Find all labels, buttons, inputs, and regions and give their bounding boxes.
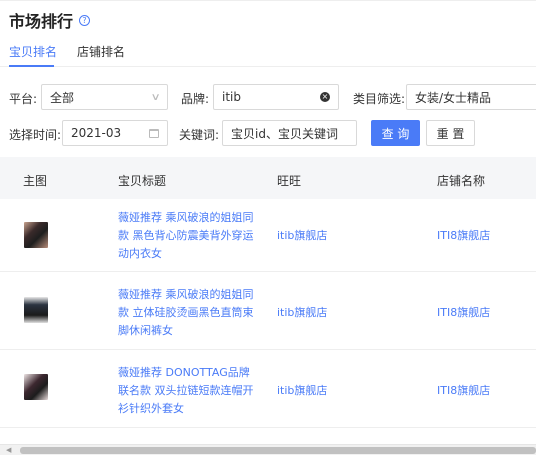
wangwang-link[interactable]: itib旗舰店 [277,304,327,322]
col-header-title: 宝贝标题 [118,174,167,188]
scrollbar-thumb[interactable] [20,447,536,454]
platform-value: 全部 [50,90,75,105]
page-title-text: 市场排行 [9,12,74,31]
col-header-image: 主图 [23,174,48,188]
horizontal-scrollbar[interactable]: ◀ [0,444,536,455]
keyword-input[interactable]: 宝贝id、宝贝关键词 [222,120,357,146]
platform-select[interactable]: 全部 ∨ [41,84,168,110]
category-label: 类目筛选: [353,92,406,106]
platform-label: 平台: [9,92,38,106]
calendar-icon [149,128,159,138]
time-label: 选择时间: [9,128,62,142]
wangwang-link[interactable]: itib旗舰店 [277,382,327,400]
category-select[interactable]: 女装/女士精品 [406,84,536,110]
col-header-wangwang: 旺旺 [277,174,302,188]
col-header-shop: 店铺名称 [437,174,486,188]
tab-item-ranking[interactable]: 宝贝排名 [9,43,57,60]
table-row: 薇娅推荐 乘风破浪的姐姐同款 黑色背心防震美背外穿运动内衣女 itib旗舰店 I… [0,199,536,272]
shop-name-link[interactable]: ITI8旗舰店 [437,227,490,245]
table-header: 主图 宝贝标题 旺旺 店铺名称 [0,157,536,199]
product-title-link[interactable]: 薇娅推荐 乘风破浪的姐姐同款 立体硅胶烫画黑色直筒束脚休闲裤女 [118,286,258,340]
reset-button[interactable]: 重 置 [426,120,475,146]
active-tab-indicator [9,65,54,67]
scroll-left-arrow-icon[interactable]: ◀ [6,446,11,454]
page-title: 市场排行 ? [9,8,91,32]
help-icon[interactable]: ? [79,14,91,26]
product-title-link[interactable]: 薇娅推荐 乘风破浪的姐姐同款 黑色背心防震美背外穿运动内衣女 [118,209,258,263]
top-border [0,0,536,1]
search-button[interactable]: 查 询 [371,120,420,146]
wangwang-link[interactable]: itib旗舰店 [277,227,327,245]
table-row: 薇娅推荐 乘风破浪的姐姐同款 立体硅胶烫画黑色直筒束脚休闲裤女 itib旗舰店 … [0,272,536,350]
shop-name-link[interactable]: ITI8旗舰店 [437,382,490,400]
tab-shop-ranking[interactable]: 店铺排名 [77,43,125,60]
category-value: 女装/女士精品 [415,90,492,105]
keyword-placeholder: 宝贝id、宝贝关键词 [231,126,338,141]
time-value: 2021-03 [71,126,122,140]
brand-value: itib [222,90,241,104]
shop-name-link[interactable]: ITI8旗舰店 [437,304,490,322]
product-title-link[interactable]: 薇娅推荐 DONOTTAG品牌联名款 双头拉链短款连帽开衫针织外套女 [118,364,258,418]
keyword-label: 关键词: [179,128,220,142]
clear-icon[interactable]: × [320,92,330,102]
table-row: 薇娅推荐 DONOTTAG品牌联名款 双头拉链短款连帽开衫针织外套女 itib旗… [0,350,536,428]
time-picker[interactable]: 2021-03 [62,120,168,146]
product-thumbnail[interactable] [24,222,48,248]
brand-label: 品牌: [181,92,210,106]
chevron-down-icon: ∨ [150,91,161,103]
product-thumbnail[interactable] [24,374,48,400]
brand-input[interactable]: itib × [213,84,339,110]
tab-bar: 宝贝排名 店铺排名 [0,40,536,67]
product-thumbnail[interactable] [24,297,48,323]
